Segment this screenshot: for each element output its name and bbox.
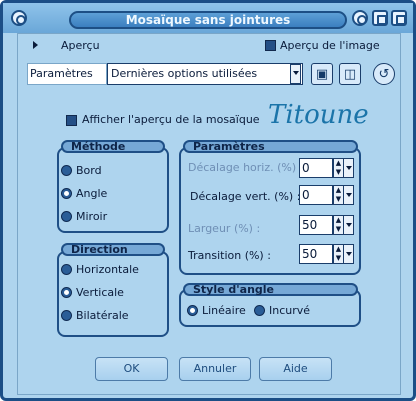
preview-label: Aperçu — [61, 39, 100, 52]
ok-button[interactable]: OK — [95, 357, 168, 381]
show-preview-label: Afficher l'aperçu de la mosaïque — [82, 113, 260, 126]
decalage-vert-value[interactable]: 0 — [299, 185, 333, 205]
radio-horizontale[interactable] — [61, 264, 72, 275]
radio-incurve[interactable] — [254, 305, 265, 316]
radio-bord[interactable] — [61, 165, 72, 176]
window-title: Mosaïque sans jointures — [69, 11, 347, 29]
transition-value[interactable]: 50 — [299, 244, 333, 264]
dialog-window: Mosaïque sans jointures Aperçu Aperçu de… — [0, 0, 416, 401]
radio-bilaterale[interactable] — [61, 310, 72, 321]
cancel-button[interactable]: Annuler — [179, 357, 251, 381]
direction-title: Direction — [61, 243, 165, 256]
preset-manager-icon[interactable]: ◫ — [339, 63, 361, 85]
label-lineaire: Linéaire — [202, 304, 246, 317]
preview-expand-icon[interactable] — [33, 41, 38, 49]
title-bar[interactable]: Mosaïque sans jointures — [3, 3, 413, 33]
help-button[interactable]: Aide — [259, 357, 332, 381]
label-bilaterale: Bilatérale — [76, 309, 129, 322]
label-angle: Angle — [76, 187, 108, 200]
params-label-text: Paramètres — [30, 67, 93, 80]
label-incurve: Incurvé — [269, 304, 311, 317]
transition-label: Transition (%) : — [188, 249, 271, 262]
label-verticale: Verticale — [76, 286, 124, 299]
transition-spinner[interactable]: 50 ▲ ▼ — [299, 244, 355, 264]
label-horizontale: Horizontale — [76, 263, 139, 276]
methode-title: Méthode — [61, 140, 165, 153]
parametres-title: Paramètres — [183, 140, 358, 153]
radio-lineaire[interactable] — [187, 305, 198, 316]
system-menu-icon[interactable] — [11, 10, 27, 26]
reset-icon[interactable]: ↺ — [373, 63, 395, 85]
label-bord: Bord — [76, 164, 102, 177]
close-icon[interactable] — [391, 10, 407, 26]
image-preview-checkbox[interactable] — [265, 40, 276, 51]
largeur-label: Largeur (%) : — [188, 222, 261, 235]
decalage-horiz-spinner[interactable]: 0 ▲ ▼ — [299, 158, 355, 178]
help-icon[interactable] — [352, 10, 368, 26]
decalage-horiz-value[interactable]: 0 — [299, 158, 333, 178]
radio-angle[interactable] — [61, 188, 72, 199]
params-dropdown-arrow[interactable] — [290, 64, 301, 84]
decalage-vert-dropdown-icon[interactable] — [343, 185, 354, 205]
image-preview-label: Aperçu de l'image — [280, 39, 380, 52]
label-miroir: Miroir — [76, 210, 108, 223]
radio-miroir[interactable] — [61, 211, 72, 222]
minimize-icon[interactable] — [372, 10, 388, 26]
show-preview-checkbox[interactable] — [66, 115, 77, 126]
signature-logo: Titoune — [268, 100, 369, 130]
decalage-horiz-dropdown-icon[interactable] — [343, 158, 354, 178]
decalage-vert-label: Décalage vert. (%) : — [190, 190, 301, 203]
largeur-spinner[interactable]: 50 ▲ ▼ — [299, 215, 355, 235]
style-angle-title: Style d'angle — [183, 283, 358, 296]
transition-dropdown-icon[interactable] — [343, 244, 354, 264]
largeur-value[interactable]: 50 — [299, 215, 333, 235]
decalage-vert-spinner[interactable]: 0 ▲ ▼ — [299, 185, 355, 205]
decalage-horiz-label: Décalage horiz. (%) : — [188, 161, 304, 174]
largeur-dropdown-icon[interactable] — [343, 215, 354, 235]
save-preset-icon[interactable]: ▣ — [311, 63, 333, 85]
radio-verticale[interactable] — [61, 287, 72, 298]
params-dropdown[interactable]: Dernières options utilisées — [107, 63, 303, 85]
methode-panel — [57, 147, 169, 233]
